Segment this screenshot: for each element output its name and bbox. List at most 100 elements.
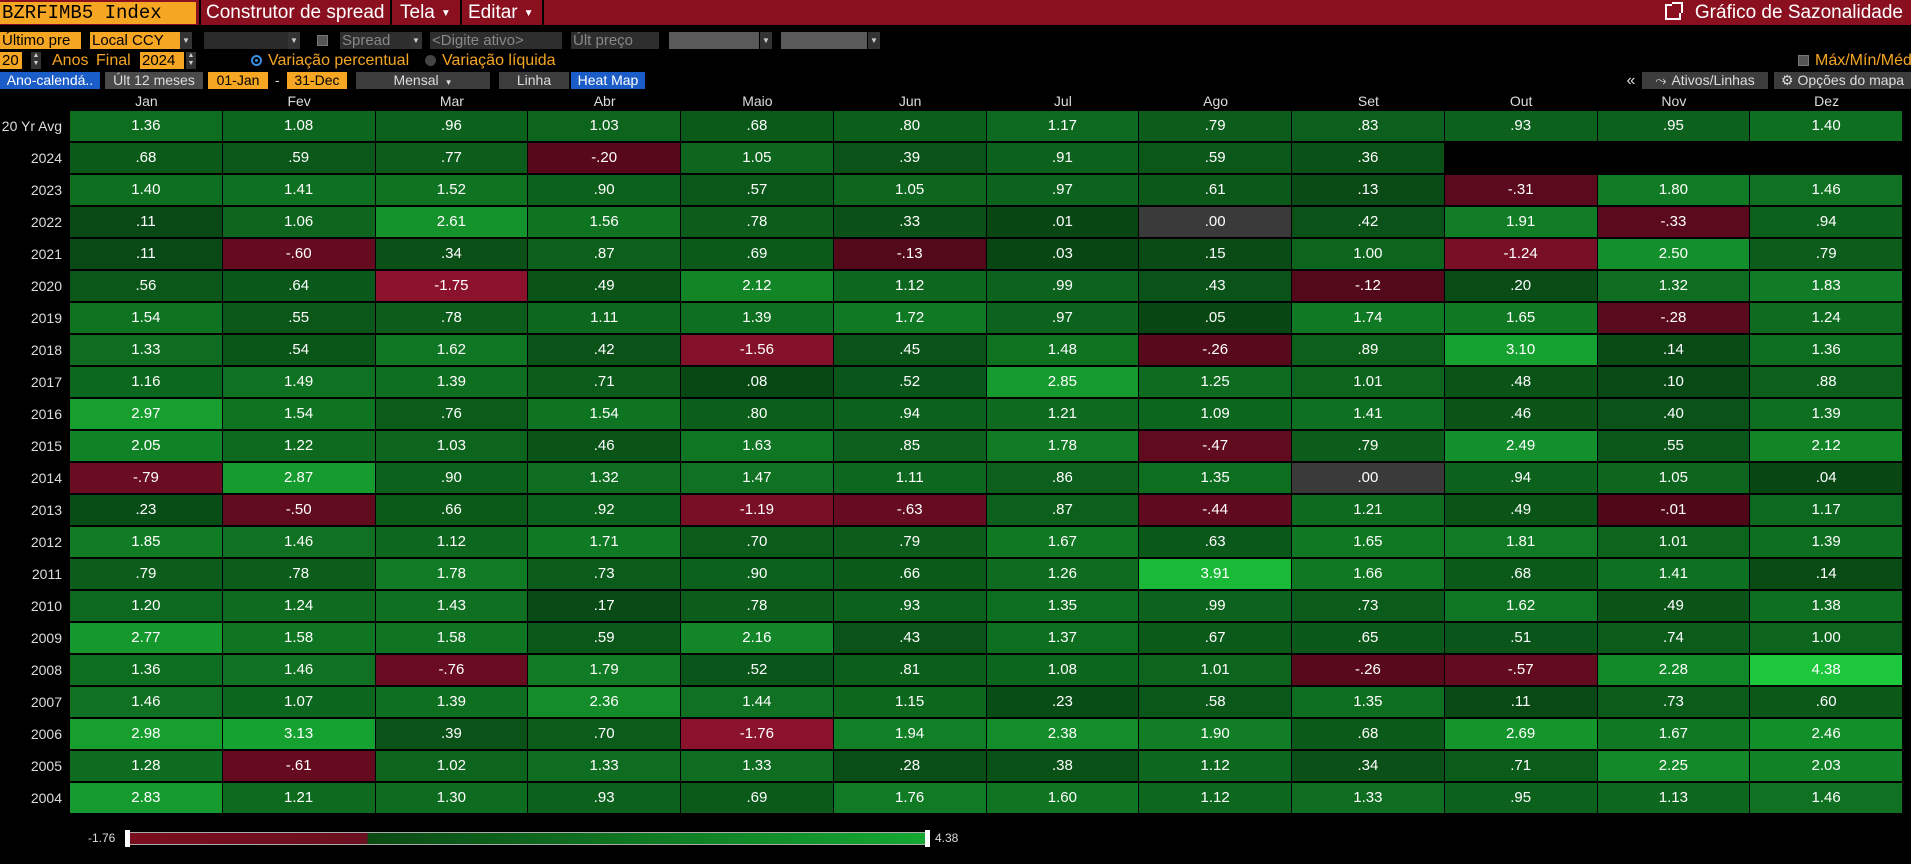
heatmap-cell[interactable]: -.12 — [1292, 271, 1444, 301]
calendar-year-button[interactable]: Ano-calendá.. — [0, 72, 100, 89]
heatmap-cell[interactable]: .03 — [986, 239, 1139, 269]
heatmap-cell[interactable]: 1.36 — [70, 111, 222, 141]
heatmap-cell[interactable]: 1.67 — [986, 527, 1139, 557]
heatmap-cell[interactable]: .71 — [528, 367, 680, 397]
maxminmed-checkbox[interactable] — [1798, 55, 1809, 66]
heatmap-cell[interactable]: .14 — [1750, 559, 1902, 589]
heatmap-cell[interactable]: .66 — [375, 495, 528, 525]
heatmap-cell[interactable]: 1.39 — [681, 303, 833, 333]
heatmap-cell[interactable]: .15 — [1139, 239, 1291, 269]
date-from-input[interactable]: 01-Jan — [208, 72, 268, 89]
radio-net-label[interactable]: Variação líquida — [442, 52, 556, 69]
heatmap-cell[interactable]: -1.56 — [681, 335, 833, 365]
heatmap-cell[interactable]: 1.58 — [375, 623, 528, 653]
heatmap-cell[interactable]: .68 — [70, 143, 222, 173]
heatmap-cell[interactable]: 1.12 — [833, 271, 986, 301]
heatmap-cell[interactable]: .87 — [986, 495, 1139, 525]
heatmap-cell[interactable]: 1.56 — [528, 207, 680, 237]
heatmap-cell[interactable]: 1.41 — [1292, 399, 1444, 429]
heatmap-cell[interactable]: 1.05 — [833, 175, 986, 205]
heatmap-cell[interactable]: 1.17 — [1750, 495, 1902, 525]
heatmap-cell[interactable]: .39 — [833, 143, 986, 173]
heatmap-cell[interactable]: 1.06 — [222, 207, 375, 237]
chevron-down-icon[interactable]: ▼ — [288, 32, 300, 49]
heatmap-cell[interactable]: 2.98 — [70, 719, 222, 749]
heatmap-cell[interactable]: 1.30 — [375, 783, 528, 813]
heatmap-cell[interactable]: 2.87 — [222, 463, 375, 493]
heatmap-cell[interactable]: .05 — [1139, 303, 1291, 333]
heatmap-cell[interactable]: 1.76 — [833, 783, 986, 813]
heatmap-cell[interactable]: 1.67 — [1597, 719, 1750, 749]
heatmap-cell[interactable]: 2.16 — [681, 623, 833, 653]
heatmap-cell[interactable]: .93 — [528, 783, 680, 813]
heatmap-cell[interactable]: .20 — [1444, 271, 1597, 301]
heatmap-cell[interactable]: .13 — [1292, 175, 1444, 205]
maxminmed-label[interactable]: Máx/Mín/Méd — [1815, 52, 1911, 69]
heatmap-cell[interactable]: -.76 — [375, 655, 528, 685]
heatmap-cell[interactable]: 1.49 — [222, 367, 375, 397]
heatmap-cell[interactable]: .99 — [1139, 591, 1291, 621]
radio-net-change[interactable] — [425, 55, 436, 66]
heatmap-cell[interactable]: .89 — [1292, 335, 1444, 365]
heatmap-cell[interactable]: .73 — [1597, 687, 1750, 717]
chevron-down-icon[interactable]: ▼ — [760, 32, 772, 49]
map-options-button[interactable]: ⚙ Opções do mapa — [1774, 72, 1911, 89]
heatmap-cell[interactable]: .51 — [1444, 623, 1597, 653]
heatmap-cell[interactable]: 3.10 — [1444, 335, 1597, 365]
heatmap-cell[interactable]: .17 — [528, 591, 680, 621]
heatmap-cell[interactable]: .69 — [681, 783, 833, 813]
heatmap-cell[interactable]: 2.50 — [1597, 239, 1750, 269]
heatmap-cell[interactable]: .40 — [1597, 399, 1750, 429]
heatmap-cell[interactable]: 2.46 — [1750, 719, 1902, 749]
heatmap-cell[interactable]: 1.32 — [528, 463, 680, 493]
heatmap-cell[interactable]: .81 — [833, 655, 986, 685]
assets-lines-button[interactable]: ⤳ Ativos/Linhas — [1642, 72, 1768, 89]
heatmap-cell[interactable]: .79 — [70, 559, 222, 589]
heatmap-cell[interactable]: .59 — [528, 623, 680, 653]
heatmap-cell[interactable]: .68 — [681, 111, 833, 141]
heatmap-cell[interactable]: 1.01 — [1597, 527, 1750, 557]
heatmap-cell[interactable]: .83 — [1292, 111, 1444, 141]
heatmap-cell[interactable]: 1.74 — [1292, 303, 1444, 333]
heatmap-cell[interactable]: 1.17 — [986, 111, 1139, 141]
heatmap-cell[interactable]: .56 — [70, 271, 222, 301]
heatmap-cell[interactable]: 1.05 — [1597, 463, 1750, 493]
heatmap-cell[interactable]: .46 — [528, 431, 680, 461]
heatmap-cell[interactable]: .80 — [833, 111, 986, 141]
heatmap-cell[interactable]: 1.78 — [986, 431, 1139, 461]
heatmap-cell[interactable]: 1.71 — [528, 527, 680, 557]
heatmap-cell[interactable]: .11 — [1444, 687, 1597, 717]
menu-editar[interactable]: Editar ▼ — [462, 0, 540, 25]
heatmap-cell[interactable]: 1.39 — [375, 367, 528, 397]
heatmap-cell[interactable]: 4.38 — [1750, 655, 1902, 685]
heatmap-cell[interactable]: .23 — [986, 687, 1139, 717]
heatmap-cell[interactable]: 1.46 — [222, 527, 375, 557]
collapse-icon[interactable]: « — [1622, 72, 1640, 89]
heatmap-cell[interactable]: 1.62 — [1444, 591, 1597, 621]
heatmap-cell[interactable]: 1.05 — [681, 143, 833, 173]
heatmap-cell[interactable]: 1.09 — [1139, 399, 1291, 429]
empty-select[interactable] — [204, 32, 288, 49]
heatmap-cell[interactable]: 1.54 — [70, 303, 222, 333]
chevron-down-icon[interactable]: ▼ — [180, 32, 192, 49]
heatmap-cell[interactable]: -.01 — [1597, 495, 1750, 525]
heatmap-cell[interactable]: 1.79 — [528, 655, 680, 685]
heatmap-cell[interactable]: .94 — [1444, 463, 1597, 493]
heatmap-cell[interactable]: .78 — [222, 559, 375, 589]
heatmap-cell[interactable]: .59 — [1139, 143, 1291, 173]
heatmap-cell[interactable]: .96 — [375, 111, 528, 141]
heatmap-cell[interactable]: .57 — [681, 175, 833, 205]
heatmap-cell[interactable]: .91 — [986, 143, 1139, 173]
heatmap-cell[interactable]: .99 — [986, 271, 1139, 301]
heatmap-cell[interactable]: .79 — [1139, 111, 1291, 141]
heatmap-cell[interactable]: .61 — [1139, 175, 1291, 205]
heatmap-cell[interactable]: 3.13 — [222, 719, 375, 749]
heatmap-cell[interactable]: -.61 — [222, 751, 375, 781]
heatmap-cell[interactable]: .70 — [681, 527, 833, 557]
heatmap-cell[interactable]: .55 — [222, 303, 375, 333]
heatmap-cell[interactable]: .94 — [1750, 207, 1902, 237]
heatmap-cell[interactable]: 1.33 — [1292, 783, 1444, 813]
heatmap-cell[interactable]: -.79 — [70, 463, 222, 493]
heatmap-cell[interactable]: .42 — [1292, 207, 1444, 237]
heatmap-cell[interactable]: -1.75 — [375, 271, 528, 301]
